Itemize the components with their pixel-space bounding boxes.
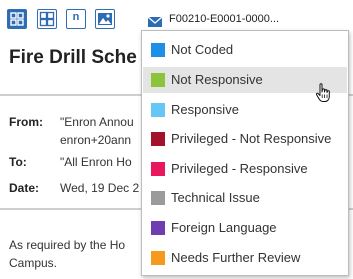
menu-item-privileged-not-responsive[interactable]: Privileged - Not Responsive xyxy=(143,126,347,152)
color-swatch xyxy=(151,43,165,57)
from-address: enron+20ann xyxy=(60,133,132,147)
image-view-button[interactable] xyxy=(95,9,115,29)
menu-item-label: Privileged - Responsive xyxy=(171,161,308,176)
hand-pointer-icon xyxy=(315,82,333,109)
menu-item-label: Responsive xyxy=(171,102,239,117)
from-value: "Enron Annou xyxy=(60,115,134,129)
menu-item-label: Needs Further Review xyxy=(171,250,301,265)
color-swatch xyxy=(151,132,165,146)
email-body-line: Campus. xyxy=(9,256,58,270)
menu-item-needs-further-review[interactable]: Needs Further Review xyxy=(143,245,347,271)
menu-item-label: Not Responsive xyxy=(171,72,263,87)
single-view-icon xyxy=(10,12,24,26)
grid-view-button[interactable] xyxy=(37,9,57,29)
date-value: Wed, 19 Dec 2 xyxy=(60,181,140,195)
menu-item-label: Technical Issue xyxy=(171,190,260,205)
menu-item-technical-issue[interactable]: Technical Issue xyxy=(143,185,347,211)
color-swatch xyxy=(151,191,165,205)
menu-item-label: Privileged - Not Responsive xyxy=(171,131,332,146)
color-swatch xyxy=(151,162,165,176)
from-label: From: xyxy=(9,115,43,129)
grid-view-icon xyxy=(39,11,55,27)
menu-item-label: Foreign Language xyxy=(171,220,277,235)
email-subject: Fire Drill Sche xyxy=(9,47,137,68)
to-value: "All Enron Ho xyxy=(60,155,132,169)
single-view-button[interactable] xyxy=(7,9,27,29)
color-swatch xyxy=(151,221,165,235)
menu-item-label: Not Coded xyxy=(171,42,234,57)
color-swatch xyxy=(151,103,165,117)
date-label: Date: xyxy=(9,181,40,195)
email-body-line: As required by the Ho xyxy=(9,238,126,252)
image-view-icon xyxy=(98,13,112,25)
to-label: To: xyxy=(9,155,27,169)
native-text-button[interactable]: n xyxy=(66,9,86,29)
color-swatch xyxy=(151,251,165,265)
color-swatch xyxy=(151,73,165,87)
envelope-icon xyxy=(147,16,163,27)
coding-dropdown-menu: Not Coded Not Responsive Responsive Priv… xyxy=(141,30,349,276)
native-text-icon: n xyxy=(72,11,80,23)
document-id: F00210-E0001-0000... xyxy=(169,13,280,25)
menu-item-privileged-responsive[interactable]: Privileged - Responsive xyxy=(143,156,347,182)
menu-item-foreign-language[interactable]: Foreign Language xyxy=(143,215,347,241)
menu-item-not-coded[interactable]: Not Coded xyxy=(143,37,347,63)
